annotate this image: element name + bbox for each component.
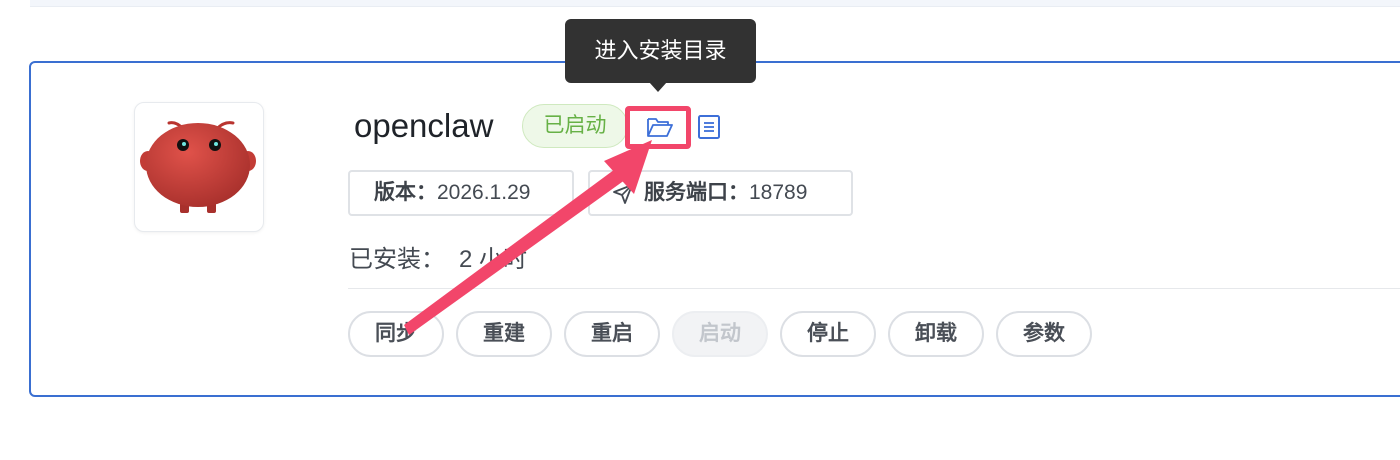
tooltip-arrow: [649, 82, 667, 92]
installed-value: 2 小时: [459, 246, 528, 273]
view-log-button[interactable]: [697, 114, 721, 140]
version-tag: 版本：2026.1.29: [348, 170, 574, 216]
status-badge: 已启动: [522, 104, 628, 148]
rebuild-button[interactable]: 重建: [456, 311, 552, 357]
page: openclaw 已启动 进入安装目录 版本：2026.1.29 服务端口：18…: [0, 0, 1400, 460]
stop-button[interactable]: 停止: [780, 311, 876, 357]
restart-button[interactable]: 重启: [564, 311, 660, 357]
installed-time: 已安装： 2 小时: [349, 240, 527, 280]
divider: [348, 288, 1400, 289]
port-value: 18789: [749, 181, 808, 204]
params-button[interactable]: 参数: [996, 311, 1092, 357]
app-icon: [134, 102, 264, 232]
sync-button[interactable]: 同步: [348, 311, 444, 357]
uninstall-button[interactable]: 卸载: [888, 311, 984, 357]
previous-card-edge: [30, 0, 1400, 7]
port-label: 服务端口：: [644, 181, 749, 204]
document-icon: [698, 115, 720, 139]
app-name: openclaw: [354, 107, 494, 144]
tooltip: 进入安装目录: [565, 19, 756, 83]
open-install-dir-button[interactable]: [646, 115, 674, 139]
installed-label: 已安装：: [349, 246, 445, 273]
version-value: 2026.1.29: [437, 181, 531, 204]
pig-mascot-icon: [140, 121, 256, 213]
version-label: 版本：: [374, 181, 437, 204]
send-arrow-icon: [613, 184, 633, 204]
port-tag: 服务端口：18789: [588, 170, 853, 216]
folder-open-icon: [647, 118, 673, 137]
start-button[interactable]: 启动: [672, 311, 768, 357]
